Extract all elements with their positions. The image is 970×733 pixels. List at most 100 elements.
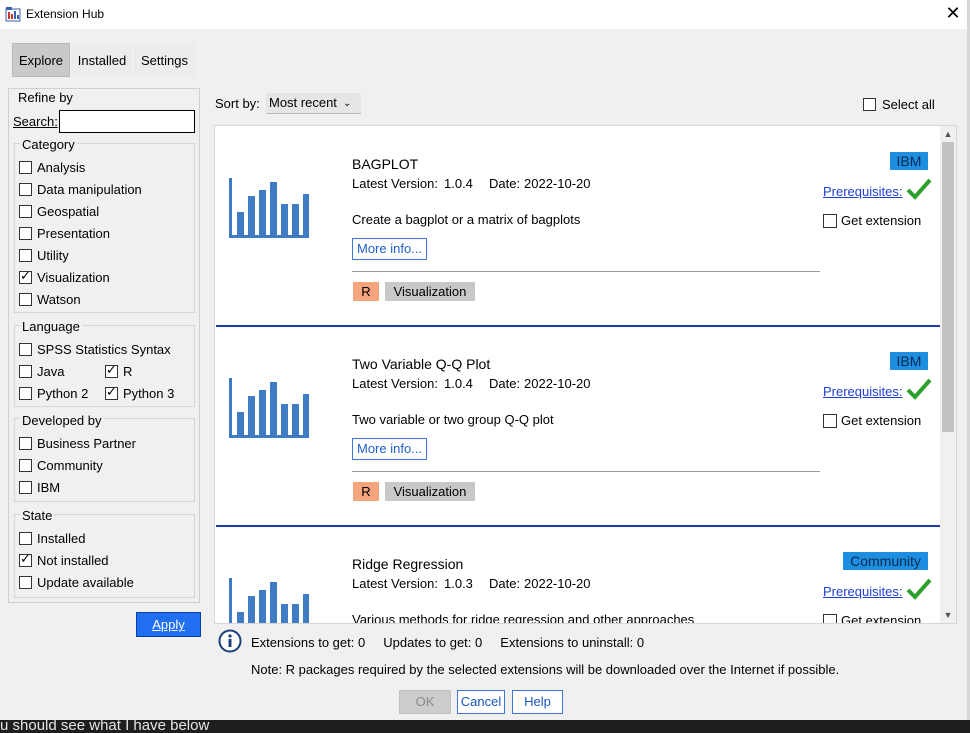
date-label: Date: xyxy=(489,376,521,391)
state-not-installed-checkbox[interactable] xyxy=(19,552,32,567)
version-label: Latest Version: xyxy=(352,576,438,591)
get-extension-checkbox[interactable] xyxy=(823,214,837,228)
language-title: Language xyxy=(20,319,82,334)
category-data-manipulation-label: Data manipulation xyxy=(37,182,142,197)
checkmark-icon xyxy=(906,578,932,600)
state-not-installed-label: Not installed xyxy=(37,553,109,568)
extension-description: Various methods for ridge regression and… xyxy=(352,612,695,623)
language-python2-label: Python 2 xyxy=(37,386,89,401)
scroll-down-icon[interactable]: ▼ xyxy=(940,607,956,623)
category-title: Category xyxy=(20,137,77,152)
extension-name: Two Variable Q-Q Plot xyxy=(352,356,491,372)
category-geospatial-checkbox[interactable] xyxy=(19,205,32,218)
category-analysis-checkbox[interactable] xyxy=(19,161,32,174)
category-tag: Visualization xyxy=(385,282,475,301)
prerequisites-link[interactable]: Prerequisites: xyxy=(823,184,902,199)
category-visualization-checkbox[interactable] xyxy=(19,269,32,284)
state-update-available-label: Update available xyxy=(37,575,134,590)
state-title: State xyxy=(20,508,55,523)
get-extension-checkbox[interactable] xyxy=(823,614,837,623)
checkmark-icon xyxy=(906,378,932,400)
extension-name: Ridge Regression xyxy=(352,556,464,572)
category-presentation-label: Presentation xyxy=(37,226,110,241)
category-watson-checkbox[interactable] xyxy=(19,293,32,306)
category-utility-label: Utility xyxy=(37,248,69,263)
refine-title: Refine by xyxy=(16,90,75,105)
category-watson-label: Watson xyxy=(37,292,81,307)
get-extension-label: Get extension xyxy=(841,213,922,228)
date-value: 2022-10-20 xyxy=(524,176,591,191)
select-all-label: Select all xyxy=(882,97,935,112)
version-label: Latest Version: xyxy=(352,176,438,191)
get-extension-checkbox[interactable] xyxy=(823,414,837,428)
help-button[interactable]: Help xyxy=(512,690,563,714)
developer-community-checkbox[interactable] xyxy=(19,459,32,472)
developer-badge: IBM xyxy=(890,152,928,170)
search-input[interactable] xyxy=(59,110,195,133)
prerequisites-link[interactable]: Prerequisites: xyxy=(823,384,902,399)
date-label: Date: xyxy=(489,176,521,191)
category-data-manipulation-checkbox[interactable] xyxy=(19,183,32,196)
summary-counts: Extensions to get: 0 Updates to get: 0 E… xyxy=(251,635,645,650)
language-tag: R xyxy=(353,282,379,301)
extension-hub-icon xyxy=(5,7,21,22)
background-window: u should see what I have below xyxy=(0,720,970,733)
apply-button[interactable]: Apply xyxy=(136,612,201,637)
ok-button[interactable]: OK xyxy=(399,690,451,714)
language-java-label: Java xyxy=(37,364,65,379)
date-label: Date: xyxy=(489,576,521,591)
version-label: Latest Version: xyxy=(352,376,438,391)
close-icon[interactable]: ✕ xyxy=(943,3,963,23)
version-value: 1.0.3 xyxy=(444,576,473,591)
prerequisites-link[interactable]: Prerequisites: xyxy=(823,584,902,599)
language-r-label: R xyxy=(123,364,133,379)
developer-ibm-checkbox[interactable] xyxy=(19,481,32,494)
get-extension-label: Get extension xyxy=(841,613,922,623)
language-python3-label: Python 3 xyxy=(123,386,175,401)
extension-description: Two variable or two group Q-Q plot xyxy=(352,412,554,427)
info-icon xyxy=(218,629,242,653)
language-python2-checkbox[interactable] xyxy=(19,387,32,400)
bar-chart-icon xyxy=(229,178,309,238)
date-value: 2022-10-20 xyxy=(524,576,591,591)
card-separator xyxy=(352,471,820,472)
more-info-button[interactable]: More info... xyxy=(352,438,427,460)
language-java-checkbox[interactable] xyxy=(19,365,32,378)
title-bar: Extension Hub ✕ xyxy=(0,0,970,29)
developer-business-partner-label: Business Partner xyxy=(37,436,136,451)
developer-community-label: Community xyxy=(37,458,103,473)
bar-chart-icon xyxy=(229,378,309,438)
extension-card-clipped: Ridge Regression Latest Version: 1.0.3 D… xyxy=(215,527,940,623)
category-tag: Visualization xyxy=(385,482,475,501)
checkmark-icon xyxy=(906,178,932,200)
state-installed-checkbox[interactable] xyxy=(19,532,32,545)
tab-settings[interactable]: Settings xyxy=(134,44,195,77)
language-spss-checkbox[interactable] xyxy=(19,343,32,356)
language-python3-checkbox[interactable] xyxy=(105,385,118,400)
language-r-checkbox[interactable] xyxy=(105,363,118,378)
version-value: 1.0.4 xyxy=(444,376,473,391)
chevron-down-icon: ⌄ xyxy=(343,98,352,109)
developer-badge: Community xyxy=(843,552,928,570)
tab-installed[interactable]: Installed xyxy=(72,44,132,77)
extension-description: Create a bagplot or a matrix of bagplots xyxy=(352,212,581,227)
category-presentation-checkbox[interactable] xyxy=(19,227,32,240)
category-visualization-label: Visualization xyxy=(37,270,110,285)
download-note: Note: R packages required by the selecte… xyxy=(251,662,840,677)
bar-chart-icon xyxy=(229,578,309,623)
scroll-up-icon[interactable]: ▲ xyxy=(940,126,956,142)
state-update-available-checkbox[interactable] xyxy=(19,576,32,589)
more-info-button[interactable]: More info... xyxy=(352,238,427,260)
date-value: 2022-10-20 xyxy=(524,376,591,391)
category-analysis-label: Analysis xyxy=(37,160,86,175)
background-text: u should see what I have below xyxy=(0,720,210,733)
developer-business-partner-checkbox[interactable] xyxy=(19,437,32,450)
cancel-button[interactable]: Cancel xyxy=(457,690,505,714)
scroll-thumb[interactable] xyxy=(942,142,954,432)
select-all-checkbox[interactable] xyxy=(863,98,876,111)
language-spss-label: SPSS Statistics Syntax xyxy=(37,342,171,357)
category-utility-checkbox[interactable] xyxy=(19,249,32,262)
language-tag: R xyxy=(353,482,379,501)
tab-explore[interactable]: Explore xyxy=(12,43,70,77)
card-separator xyxy=(352,271,820,272)
